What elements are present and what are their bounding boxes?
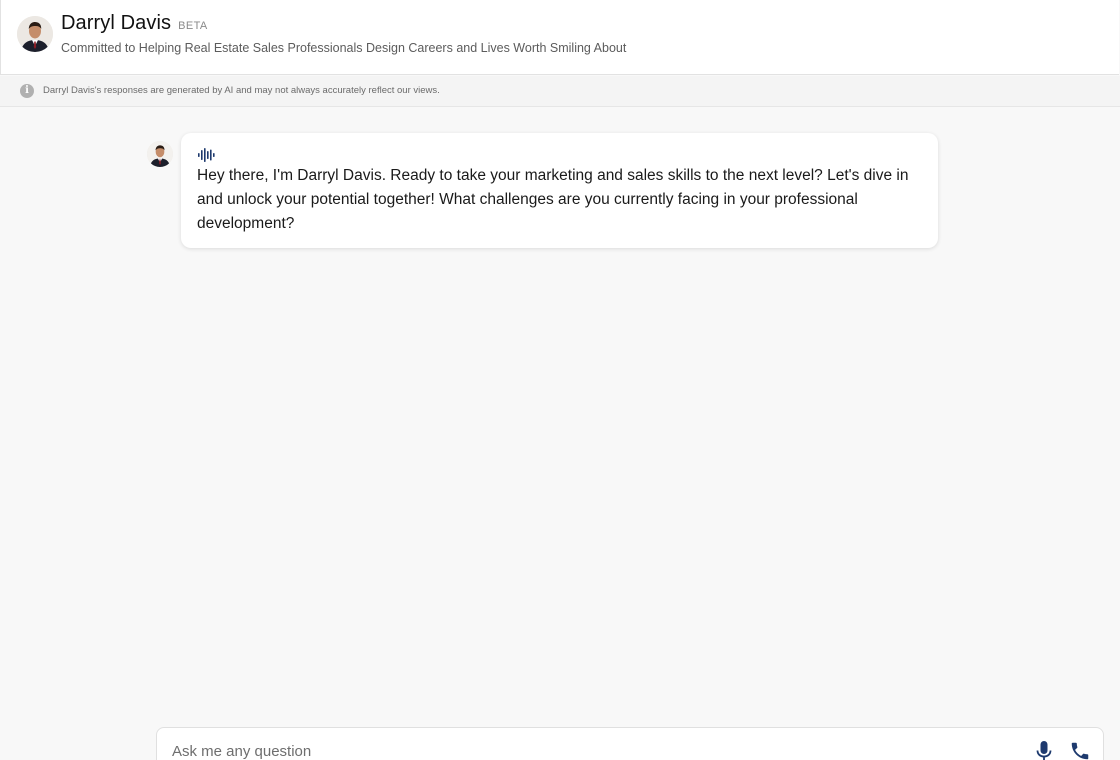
agent-name: Darryl Davis: [61, 12, 172, 34]
chat-page: Darryl Davis BETA Committed to Helping R…: [0, 0, 1120, 760]
phone-icon[interactable]: [1069, 740, 1091, 760]
microphone-icon[interactable]: [1035, 741, 1053, 760]
beta-badge: BETA: [178, 20, 208, 32]
header-text: Darryl Davis BETA Committed to Helping R…: [61, 12, 626, 55]
message-avatar: [147, 141, 173, 167]
disclaimer-text: Darryl Davis's responses are generated b…: [43, 85, 440, 96]
assistant-message-text: Hey there, I'm Darryl Davis. Ready to ta…: [197, 167, 909, 232]
profile-avatar: [17, 16, 53, 52]
composer-bar: [156, 727, 1104, 760]
question-input[interactable]: [172, 738, 1012, 760]
ai-disclaimer-bar: i Darryl Davis's responses are generated…: [0, 76, 1120, 107]
title-row: Darryl Davis BETA: [61, 12, 626, 35]
info-icon: i: [20, 84, 34, 98]
assistant-message-bubble: Hey there, I'm Darryl Davis. Ready to ta…: [181, 133, 938, 248]
chat-header: Darryl Davis BETA Committed to Helping R…: [0, 0, 1119, 75]
agent-tagline: Committed to Helping Real Estate Sales P…: [61, 41, 627, 55]
audio-waveform-icon[interactable]: [198, 148, 215, 162]
